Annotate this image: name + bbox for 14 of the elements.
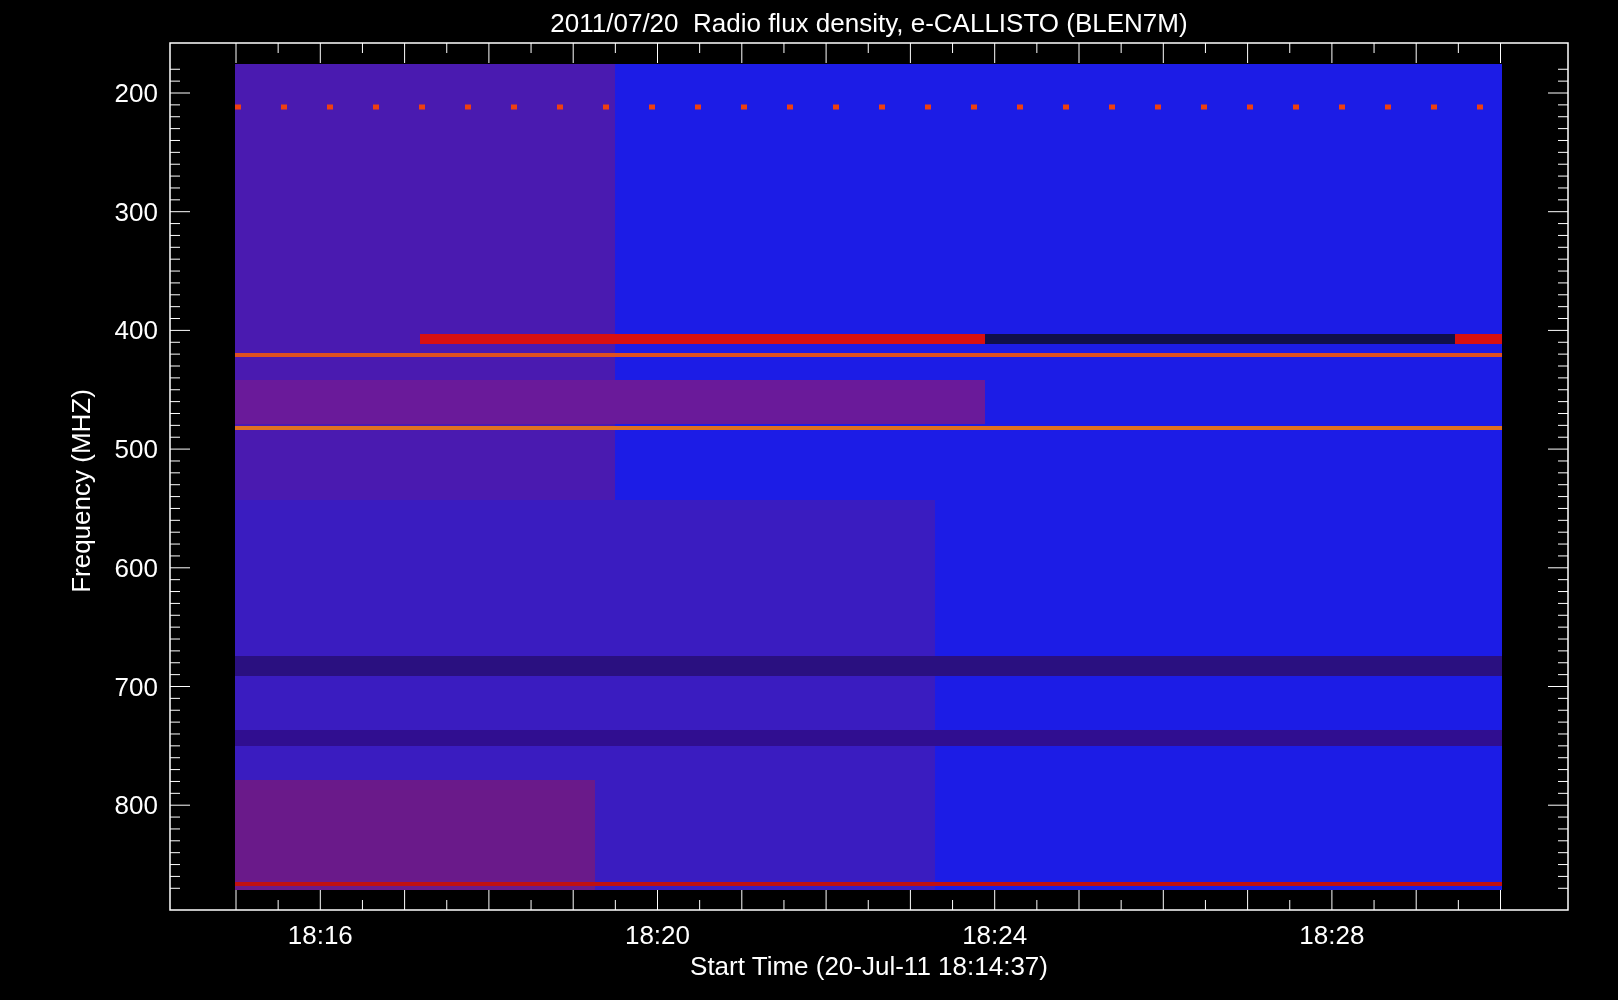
chart-title: 2011/07/20 Radio flux density, e-CALLISTO (BLEN7M) [550, 8, 1188, 38]
y-tick-label: 400 [114, 315, 158, 346]
x-tick-label: 18:20 [624, 920, 691, 950]
y-axis-label: Frequency (MHZ) [66, 389, 96, 593]
y-tick-label: 300 [114, 196, 158, 227]
y-tick-label: 800 [114, 790, 158, 821]
y-tick-label: 600 [114, 552, 158, 583]
y-tick-label: 200 [114, 78, 158, 108]
x-tick-label: 18:28 [1299, 920, 1365, 950]
x-axis-label: Start Time (20-Jul-11 18:14:37) [690, 951, 1048, 981]
x-tick-label: 18:24 [962, 920, 1028, 950]
y-tick-label: 500 [114, 434, 158, 465]
y-tick-label: 700 [114, 671, 158, 702]
x-tick-label: 18:16 [287, 920, 353, 950]
